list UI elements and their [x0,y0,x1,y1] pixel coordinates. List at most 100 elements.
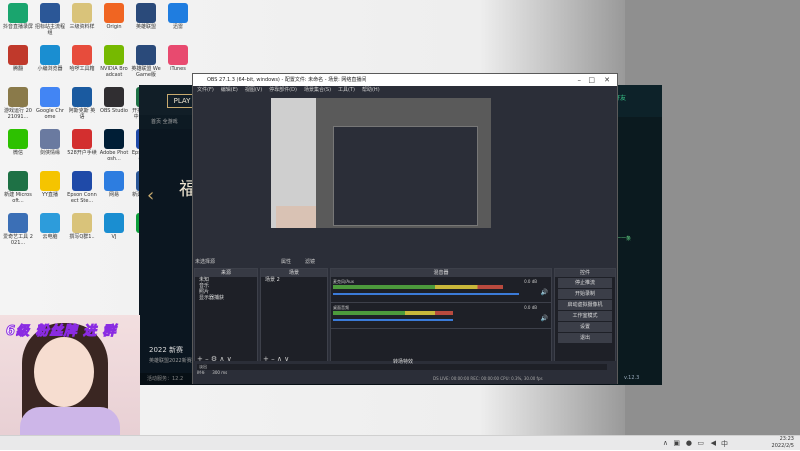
desktop-shortcut-label: 撰写Q群1.. [69,234,95,240]
desktop-shortcut[interactable]: 英雄联盟 [131,3,161,30]
speaker-icon[interactable]: 🔊 [541,315,548,322]
mixer-volume-slider[interactable] [333,293,519,295]
desktop-shortcut[interactable]: 528开户手续 [67,129,97,156]
webcam-person-face [34,337,94,407]
audio-mixer-dock: 混音器 麦克风/Aux 0.0 dB 🔊 桌面音频 0.0 dB 🔊 [330,268,552,368]
desktop-shortcut[interactable]: 迅雷 [163,3,193,30]
start-virtual-camera-button[interactable]: 启动虚拟摄像机 [558,300,612,310]
speaker-icon[interactable]: 🔊 [541,289,548,296]
music-icon [168,45,188,65]
minimize-icon[interactable]: – [578,74,582,86]
green-app-icon [8,3,28,23]
news-title[interactable]: 2022 新赛 [149,345,183,355]
settings-button[interactable]: 设置 [558,322,612,332]
desktop-shortcut[interactable]: 招标站主流程组 [35,3,65,36]
desktop-shortcut-label: 528开户手续 [67,150,97,156]
grid-icon [8,213,28,233]
desktop-shortcut-label: 微信 [12,150,23,156]
tray-ime-icon[interactable]: 中 [721,439,728,449]
excel-icon [8,171,28,191]
desktop-shortcut[interactable]: 微信 [3,129,33,156]
desktop-shortcut[interactable]: iTunes [163,45,193,72]
desktop-shortcut[interactable]: Origin [99,3,129,30]
lol-icon [8,87,28,107]
desktop-shortcut[interactable]: 游戏运行 2021091... [3,87,33,120]
tray-volume-icon[interactable]: ◀ [711,439,716,447]
desktop-shortcut[interactable]: 撰写Q群1.. [67,213,97,240]
desktop-shortcut-label: 腾翻 [12,66,23,72]
mixer-level-meter [333,311,453,315]
desktop-shortcut[interactable]: 剑侠情缘 [35,129,65,156]
desktop-shortcut[interactable]: OBS Studio [99,87,129,114]
desktop-shortcut-label: Epson Connect Ste... [67,192,97,204]
start-recording-button[interactable]: 开始录制 [558,289,612,299]
filters-button[interactable]: 滤镜 [305,257,315,267]
transition-select[interactable]: 淡出 [197,364,607,370]
doc-icon [8,45,28,65]
desktop-shortcut-label: 三级资料样 [69,24,95,30]
desktop-shortcut[interactable]: 英雄联盟 WeGame版 [131,45,161,78]
desktop-shortcut[interactable]: 网易 [99,171,129,198]
desktop-shortcut-label: 网易 [108,192,119,198]
desktop-shortcut[interactable]: 三级资料样 [67,3,97,30]
obs-menu-item[interactable]: 场景集合(S) [304,87,331,93]
tray-app-icon[interactable]: ▣ [673,439,680,447]
mixer-volume-slider[interactable] [333,319,453,321]
desktop-shortcut[interactable]: 小编浏览器 [35,45,65,72]
obs-menu-item[interactable]: 视图(V) [245,87,262,93]
obs-menu-item[interactable]: 工具(T) [338,87,355,93]
desktop-shortcut[interactable]: 哈啰工具箱 [67,45,97,72]
obs-menu-item[interactable]: 编辑(E) [221,87,238,93]
source-toolbar: 未选择源 属性 滤镜 [193,257,617,267]
obs-menu-item[interactable]: 停靠部件(D) [269,87,297,93]
desktop-shortcut[interactable]: VJ [99,213,129,240]
mixer-channel-db: 0.0 dB [524,305,537,310]
tray-wechat-icon[interactable]: ● [686,439,692,447]
chevron-left-icon[interactable]: ‹ [147,185,154,206]
desktop-shortcut[interactable]: Adobe Photosh... [99,129,129,162]
no-source-label: 未选择源 [195,259,216,265]
stop-streaming-button[interactable]: 停止推流 [558,278,612,288]
clock-time: 23:23 [779,436,794,442]
exit-button[interactable]: 退出 [558,333,612,343]
epson-icon [72,171,92,191]
lol-wegame-icon [136,45,156,65]
mixer-row: 麦克风/Aux 0.0 dB 🔊 [331,277,551,303]
studio-mode-button[interactable]: 工作室模式 [558,311,612,321]
colorful-icon [72,45,92,65]
desktop-shortcut-label: Origin [106,24,122,30]
obs-preview[interactable] [271,98,491,228]
friend-entry[interactable]: 一一条 [616,235,631,242]
properties-button[interactable]: 属性 [281,257,291,267]
yy-icon [40,171,60,191]
obs-menu-item[interactable]: 帮助(H) [362,87,380,93]
game-icon [40,129,60,149]
preview-nested-obs [333,126,478,226]
desktop-shortcut-label: 剑侠情缘 [39,150,60,156]
tray-network-icon[interactable]: ▭ [697,439,704,447]
desktop-shortcut[interactable]: 腾翻 [3,45,33,72]
maximize-icon[interactable]: □ [588,74,595,86]
desktop-shortcut[interactable]: 云电脑 [35,213,65,240]
taskbar-clock[interactable]: 23:23 2022/2/5 [772,436,794,451]
desktop-shortcut-label: 阿斯克斯 英语 [68,108,96,120]
news-subtitle: 英雄联盟2022新赛季 [149,358,197,364]
edge-icon [40,45,60,65]
desktop-shortcut[interactable]: Epson Connect Ste... [67,171,97,204]
tool-icon [104,213,124,233]
preview-webcam [276,206,316,228]
desktop-shortcut-label: Google Chrome [36,108,64,120]
desktop-shortcut[interactable]: 抖音直播录屏 [3,3,33,30]
desktop-shortcut[interactable]: NVIDIA Broadcast [99,45,129,78]
desktop-shortcut[interactable]: 阿斯克斯 英语 [67,87,97,120]
desktop-shortcut[interactable]: YY直播 [35,171,65,198]
desktop-shortcut[interactable]: Google Chrome [35,87,65,120]
tray-chevron-icon[interactable]: ∧ [663,439,668,447]
desktop-shortcut[interactable]: 新建 Microsoft... [3,171,33,204]
source-item[interactable]: 场景 2 [261,277,327,283]
close-icon[interactable]: ✕ [604,74,610,86]
desktop-shortcut[interactable]: 爱奇艺工具 2021... [3,213,33,246]
scene-item[interactable]: 显示器捕获 [195,295,257,301]
mixer-channel-db: 0.0 dB [524,279,537,284]
obs-menu-item[interactable]: 文件(F) [197,87,214,93]
